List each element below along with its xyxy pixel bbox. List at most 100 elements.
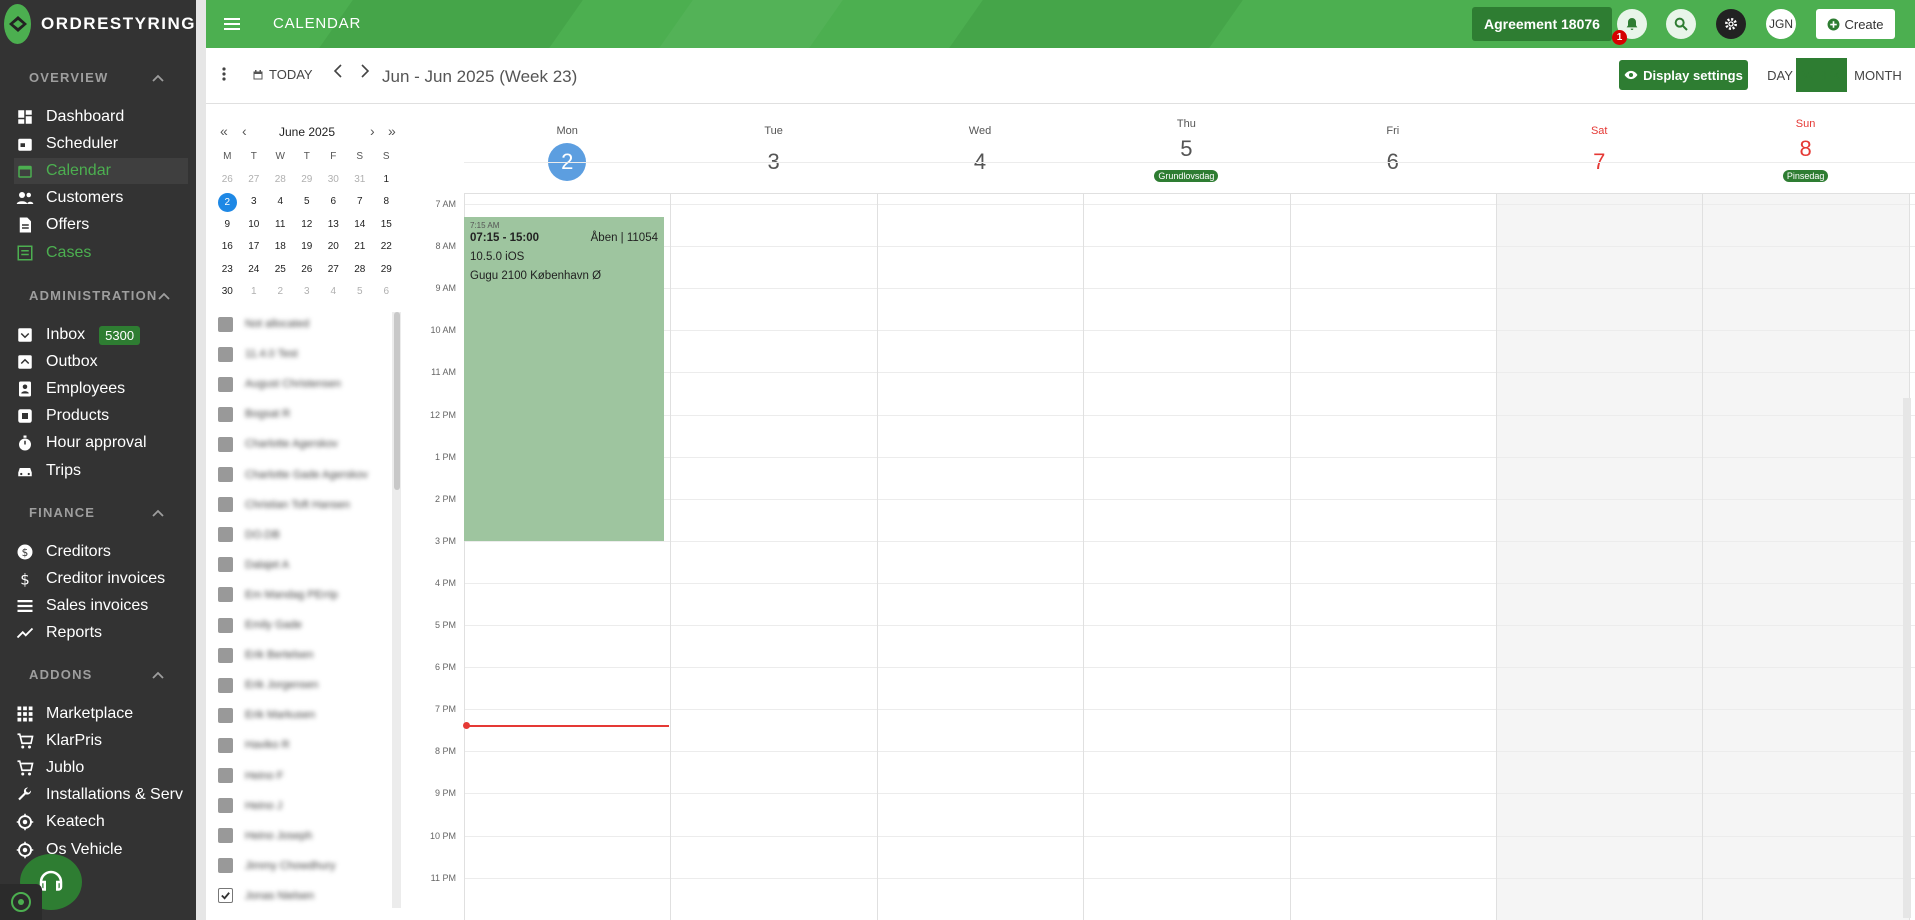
- employee-list-scroll-thumb[interactable]: [394, 312, 400, 490]
- logo[interactable]: ORDRESTYRING: [0, 0, 196, 48]
- sidebar-item-klarpris[interactable]: KlarPris: [16, 728, 192, 754]
- employee-filter-item[interactable]: Heino J: [218, 794, 282, 818]
- day-header-mon[interactable]: Mon 2: [464, 104, 670, 194]
- mini-calendar-day[interactable]: 11: [267, 214, 294, 237]
- day-header-sun[interactable]: Sun 8 Pinsedag: [1702, 104, 1908, 194]
- sidebar-item-marketplace[interactable]: Marketplace: [16, 701, 192, 727]
- prev-week-button[interactable]: [333, 64, 343, 78]
- employee-filter-item[interactable]: Charlotte Agerskov: [218, 432, 338, 456]
- sidebar-item-cases[interactable]: Cases: [16, 240, 192, 266]
- employee-filter-item[interactable]: Emily Gade: [218, 613, 302, 637]
- mini-calendar-day[interactable]: 13: [320, 214, 347, 237]
- sidebar-item-customers[interactable]: Customers: [16, 185, 192, 211]
- mini-calendar-day[interactable]: 28: [267, 169, 294, 192]
- checkbox[interactable]: [218, 436, 233, 452]
- checkbox[interactable]: [218, 497, 233, 513]
- sidebar-item-creditors[interactable]: $ Creditors: [16, 539, 192, 565]
- mini-calendar-day[interactable]: 4: [320, 281, 347, 304]
- menu-icon[interactable]: [222, 14, 242, 34]
- day-header-tue[interactable]: Tue 3: [670, 104, 876, 194]
- mini-calendar-day[interactable]: 29: [294, 169, 321, 192]
- employee-filter-item[interactable]: Em Mandag PErrip: [218, 583, 338, 607]
- next-week-button[interactable]: [360, 64, 370, 78]
- accessibility-icon[interactable]: [0, 884, 42, 920]
- mini-calendar-day[interactable]: 5: [347, 281, 374, 304]
- view-week-button[interactable]: WEEK: [1796, 58, 1847, 92]
- employee-filter-item[interactable]: Heino F: [218, 764, 284, 788]
- employee-filter-item[interactable]: Erik Markusen: [218, 703, 315, 727]
- mini-calendar-day[interactable]: 16: [214, 236, 241, 259]
- mini-calendar-day[interactable]: 8: [373, 191, 400, 214]
- sidebar-item-outbox[interactable]: Outbox: [16, 349, 192, 375]
- mini-calendar-day[interactable]: 21: [347, 236, 374, 259]
- sidebar-section-finance[interactable]: FINANCE: [29, 505, 164, 520]
- sidebar-section-overview[interactable]: OVERVIEW: [29, 70, 164, 85]
- more-options-button[interactable]: [222, 67, 226, 81]
- next-year-icon[interactable]: »: [388, 123, 396, 139]
- checkbox[interactable]: [218, 557, 233, 573]
- day-header-sat[interactable]: Sat 7: [1496, 104, 1702, 194]
- employee-filter-item[interactable]: Erik Bertelsen: [218, 643, 313, 667]
- mini-calendar-day[interactable]: 3: [241, 191, 268, 214]
- sidebar-item-employees[interactable]: Employees: [16, 376, 192, 402]
- sidebar-item-hour-approval[interactable]: Hour approval: [16, 430, 192, 456]
- mini-calendar-day[interactable]: 2: [267, 281, 294, 304]
- mini-calendar-day[interactable]: 7: [347, 191, 374, 214]
- employee-filter-item[interactable]: Christian Toft Hansen: [218, 493, 350, 517]
- calendar-scrollbar[interactable]: [1903, 398, 1911, 918]
- mini-calendar-day[interactable]: 4: [267, 191, 294, 214]
- mini-calendar-day[interactable]: 26: [294, 259, 321, 282]
- mini-calendar-day[interactable]: 6: [320, 191, 347, 214]
- chevron-up-icon[interactable]: [157, 288, 170, 303]
- checkbox[interactable]: [218, 737, 233, 753]
- employee-filter-item[interactable]: Not allocated: [218, 312, 309, 336]
- sidebar-item-inbox[interactable]: Inbox 5300: [16, 322, 192, 348]
- chevron-up-icon[interactable]: [152, 667, 164, 682]
- checkbox[interactable]: [218, 587, 233, 603]
- chevron-up-icon[interactable]: [152, 70, 164, 85]
- checkbox[interactable]: [218, 376, 233, 392]
- chevron-up-icon[interactable]: [152, 505, 164, 520]
- mini-calendar-day[interactable]: 3: [294, 281, 321, 304]
- checkbox[interactable]: [218, 677, 233, 693]
- mini-calendar-day[interactable]: 31: [347, 169, 374, 192]
- user-avatar[interactable]: JGN: [1766, 9, 1796, 39]
- mini-calendar-day[interactable]: 26: [214, 169, 241, 192]
- checkbox[interactable]: [218, 798, 233, 814]
- employee-filter-item[interactable]: Heino Joseph: [218, 824, 312, 848]
- checkbox[interactable]: [218, 467, 233, 482]
- checkbox[interactable]: [218, 527, 233, 543]
- checkbox[interactable]: [218, 858, 233, 874]
- checkbox[interactable]: [218, 346, 233, 362]
- sidebar-item-reports[interactable]: Reports: [16, 620, 192, 646]
- mini-calendar-day[interactable]: 12: [294, 214, 321, 237]
- checkbox[interactable]: [218, 406, 233, 422]
- employee-filter-item[interactable]: Charlotte Gade Agerskov: [218, 463, 368, 487]
- sidebar-item-keatech[interactable]: Keatech: [16, 809, 192, 835]
- employee-filter-item[interactable]: Erik Jorgensen: [218, 673, 318, 697]
- mini-calendar-day[interactable]: 30: [214, 281, 241, 304]
- display-settings-button[interactable]: Display settings: [1619, 60, 1748, 90]
- agreement-button[interactable]: Agreement 18076: [1472, 7, 1612, 41]
- employee-filter-item[interactable]: Bogsat R: [218, 402, 290, 426]
- mini-calendar-day[interactable]: 1: [373, 169, 400, 192]
- next-month-icon[interactable]: ›: [370, 123, 375, 139]
- mini-calendar-day[interactable]: 25: [267, 259, 294, 282]
- employee-filter-item[interactable]: Jimmy Chowdhury: [218, 854, 335, 878]
- mini-calendar-day[interactable]: 28: [347, 259, 374, 282]
- day-header-thu[interactable]: Thu 5 Grundlovsdag: [1083, 104, 1289, 194]
- mini-calendar-day[interactable]: 18: [267, 236, 294, 259]
- mini-calendar-day[interactable]: 22: [373, 236, 400, 259]
- employee-filter-item[interactable]: August Christensen: [218, 372, 341, 396]
- mini-calendar-day[interactable]: 30: [320, 169, 347, 192]
- calendar-event[interactable]: 7:15 AM 07:15 - 15:00 Åben | 11054 10.5.…: [464, 217, 664, 541]
- checkbox[interactable]: [218, 647, 233, 663]
- sidebar-item-installations-serv[interactable]: Installations & Serv: [16, 782, 192, 808]
- day-header-wed[interactable]: Wed 4: [877, 104, 1083, 194]
- sidebar-item-creditor-invoices[interactable]: $ Creditor invoices: [16, 566, 192, 592]
- sidebar-item-dashboard[interactable]: Dashboard: [16, 104, 192, 130]
- checkbox[interactable]: [218, 828, 233, 844]
- settings-button[interactable]: [1716, 9, 1746, 39]
- checkbox[interactable]: [218, 768, 233, 783]
- today-button[interactable]: TODAY: [252, 67, 313, 82]
